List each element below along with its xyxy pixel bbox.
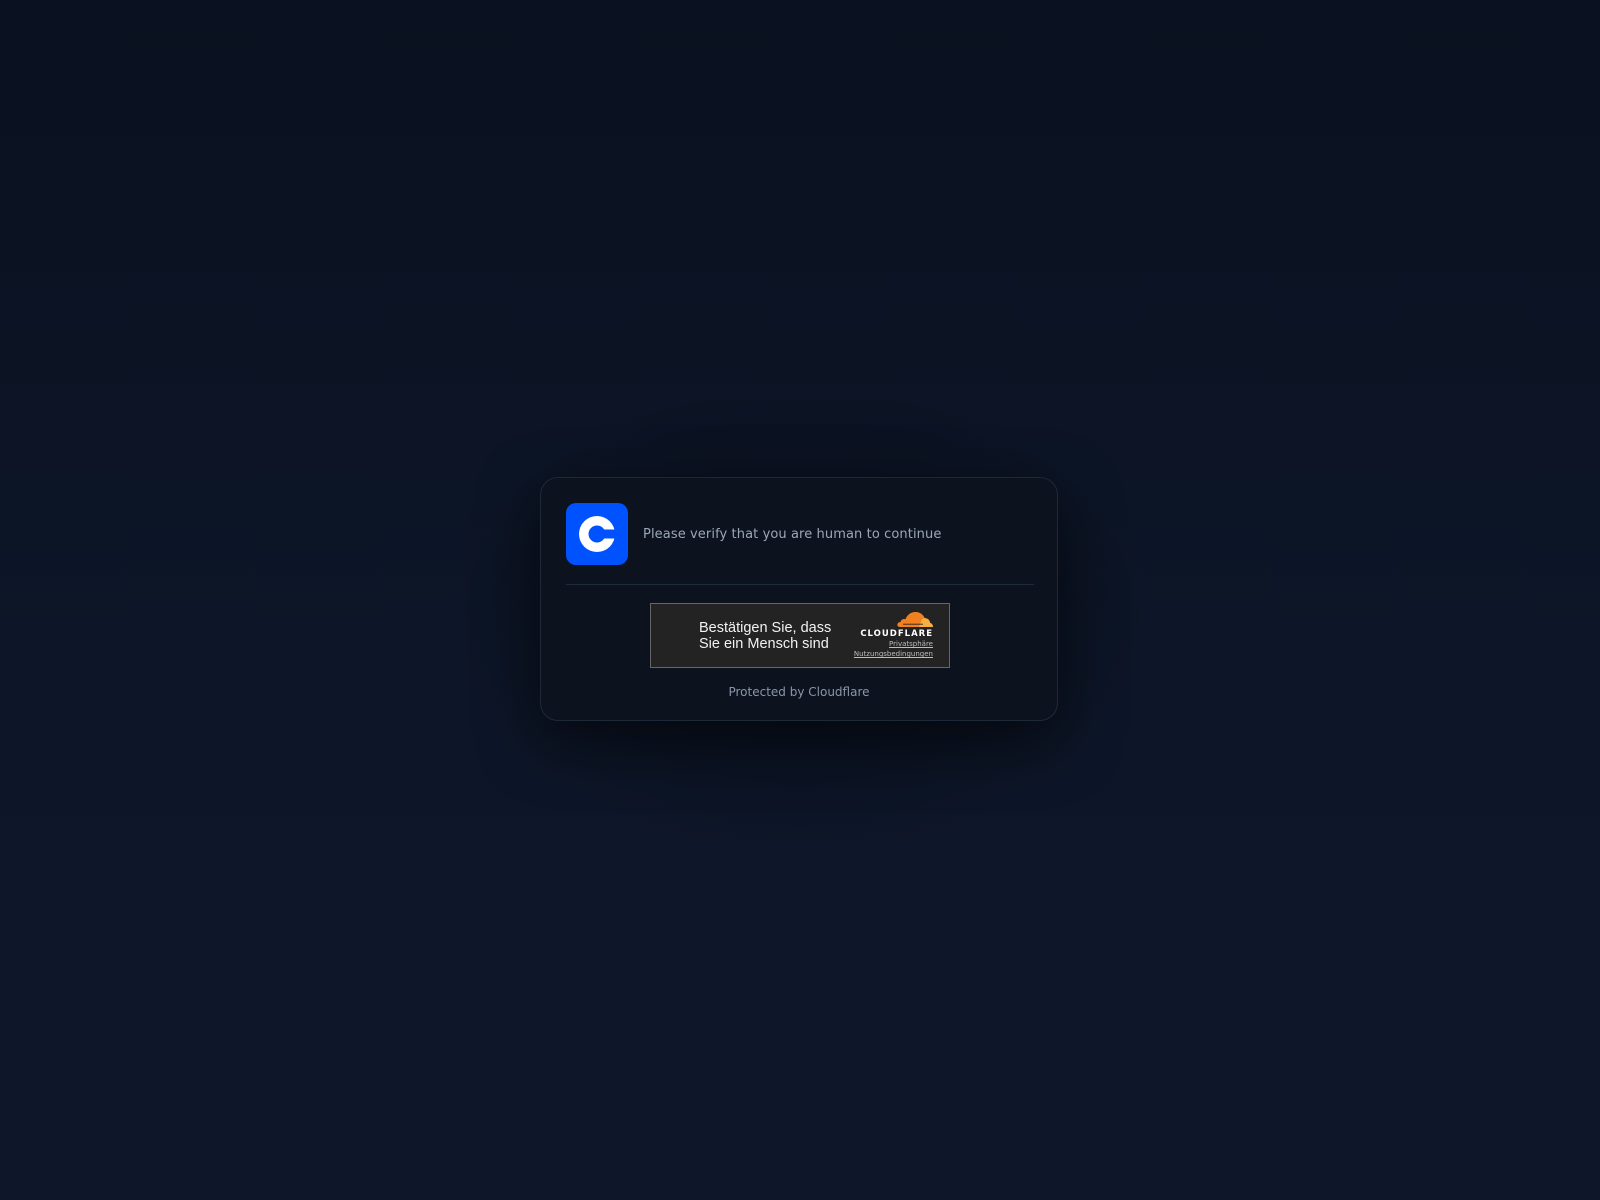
verify-message: Please verify that you are human to cont… [643,526,942,542]
terms-link[interactable]: Nutzungsbedingungen [823,649,933,659]
divider [566,584,1034,585]
turnstile-label[interactable]: Bestätigen Sie, dass Sie ein Mensch sind [699,620,834,652]
coinbase-logo-icon [566,503,628,565]
protected-by-footer: Protected by Cloudflare [728,685,870,699]
turnstile-label-line2: Sie ein Mensch sind [699,636,829,652]
cloudflare-cloud-icon [897,611,933,627]
verification-card: Please verify that you are human to cont… [540,477,1058,721]
card-header: Please verify that you are human to cont… [566,503,1034,565]
cloudflare-wordmark: CLOUDFLARE [860,629,933,639]
turnstile-widget[interactable]: Bestätigen Sie, dass Sie ein Mensch sind… [650,603,950,668]
cloudflare-branding: CLOUDFLARE Privatsphäre Nutzungsbedingun… [823,611,933,659]
turnstile-label-line1: Bestätigen Sie, dass [699,620,832,636]
coinbase-c-glyph [579,516,617,552]
privacy-link[interactable]: Privatsphäre [823,639,933,649]
